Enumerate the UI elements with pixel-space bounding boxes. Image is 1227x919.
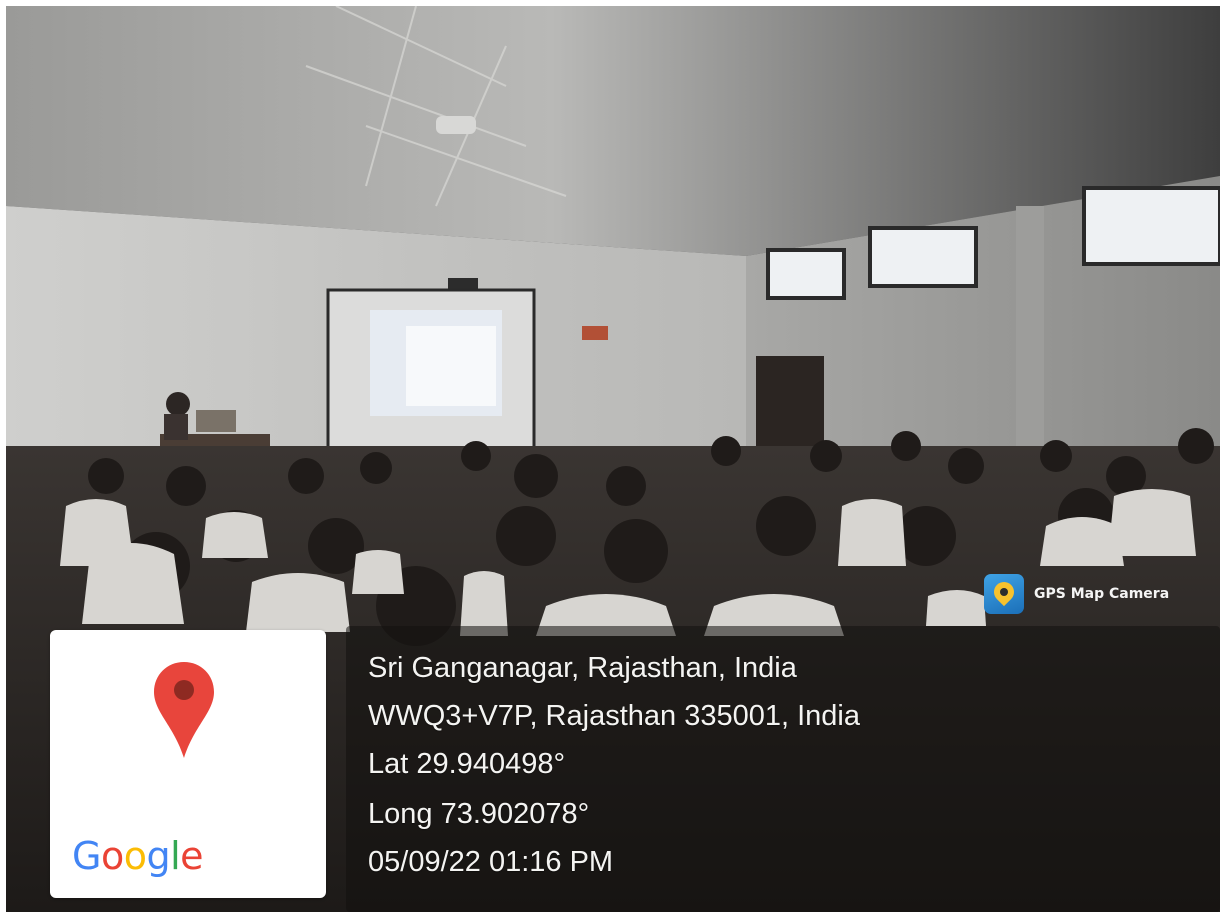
google-logo-letter: g — [146, 834, 171, 878]
google-logo-letter: o — [100, 834, 124, 878]
google-logo-letter: G — [72, 834, 101, 878]
datetime-text: 05/09/22 01:16 PM — [368, 846, 614, 878]
address-line-2: WWQ3+V7P, Rajasthan 335001, India — [368, 700, 860, 732]
latitude-text: Lat 29.940498° — [368, 748, 566, 780]
gps-map-camera-icon — [984, 574, 1024, 614]
address-line-1: Sri Ganganagar, Rajasthan, India — [368, 652, 797, 684]
location-info-panel: Sri Ganganagar, Rajasthan, India WWQ3+V7… — [346, 626, 1220, 912]
google-logo-letter: l — [170, 834, 181, 878]
google-logo: Google — [72, 834, 204, 878]
app-name-label: GPS Map Camera — [1034, 586, 1170, 602]
map-thumbnail: Google — [50, 630, 326, 898]
gps-map-camera-badge: GPS Map Camera — [984, 574, 1169, 614]
photo: GPS Map Camera Google Sri Ganganagar, Ra… — [6, 6, 1220, 912]
map-pin-icon — [154, 662, 214, 758]
longitude-text: Long 73.902078° — [368, 798, 590, 830]
google-logo-letter: o — [123, 834, 147, 878]
google-logo-letter: e — [180, 834, 204, 878]
